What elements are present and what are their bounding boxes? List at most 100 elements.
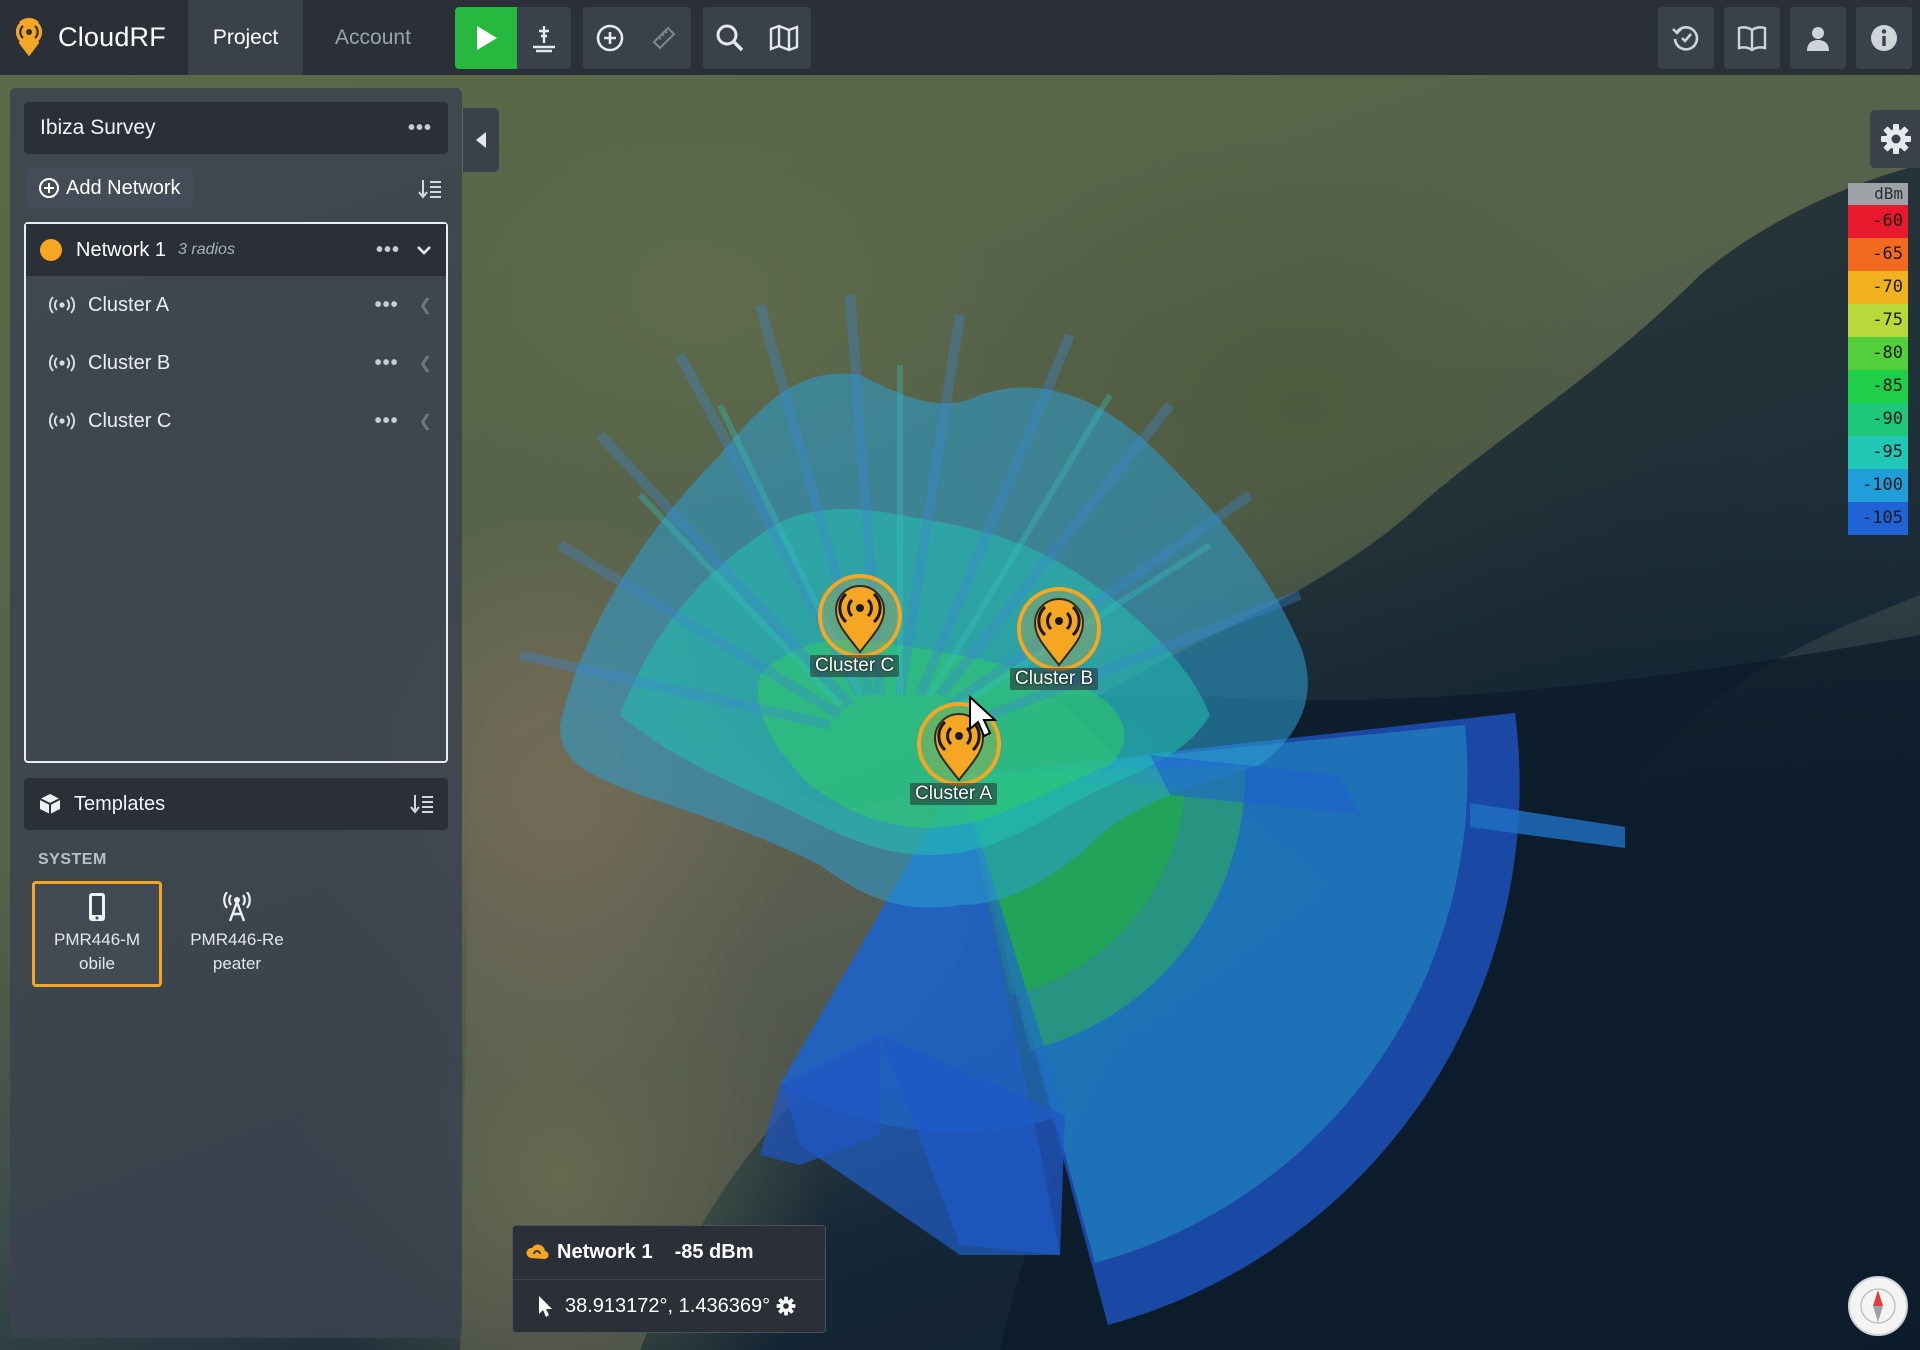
network-menu-icon[interactable]: ••• [376, 239, 400, 262]
template-label: PMR446-Mobile [54, 930, 140, 973]
sort-networks-icon[interactable] [418, 178, 442, 200]
legend-entry: -90 [1848, 403, 1908, 436]
view-group [703, 6, 811, 69]
add-icon [596, 24, 624, 51]
network-header[interactable]: Network 1 3 radios ••• [26, 224, 446, 276]
marker-cluster-c[interactable] [816, 572, 904, 660]
user-icon [1807, 26, 1829, 51]
legend-entry: -80 [1848, 337, 1908, 370]
collapse-panel-button[interactable] [463, 108, 499, 172]
template-label: PMR446-Repeater [190, 930, 284, 973]
templates-title: Templates [74, 792, 166, 815]
info-icon [1871, 24, 1897, 51]
network-radio-count: 3 radios [178, 241, 235, 258]
readout-network: Network 1 [557, 1241, 653, 1263]
network-name: Network 1 [76, 238, 167, 261]
legend-unit: dBm [1848, 183, 1908, 205]
ground-antenna-button[interactable] [517, 6, 571, 69]
ruler-icon [652, 26, 676, 49]
radio-item-cluster-a[interactable]: Cluster A ••• ❮ [26, 276, 446, 334]
chevron-down-icon[interactable] [416, 244, 432, 256]
add-network-label: Add Network [66, 176, 181, 199]
docs-button[interactable] [1724, 6, 1780, 69]
radio-item-cluster-c[interactable]: Cluster C ••• ❮ [26, 392, 446, 450]
gear-icon [1881, 124, 1911, 154]
cloud-network-icon [526, 1244, 549, 1259]
templates-section-label: SYSTEM [38, 851, 107, 868]
add-network-button[interactable]: Add Network [26, 168, 193, 208]
book-icon [1737, 25, 1767, 51]
chevron-left-icon[interactable]: ❮ [419, 295, 432, 315]
chevron-left-icon[interactable]: ❮ [419, 411, 432, 431]
marker-cluster-b[interactable] [1015, 585, 1103, 673]
add-button[interactable] [583, 6, 637, 69]
project-menu-icon[interactable]: ••• [408, 117, 432, 140]
history-icon [1672, 25, 1699, 51]
map-settings-button[interactable] [1870, 110, 1920, 168]
legend-entry: -65 [1848, 238, 1908, 271]
legend-entry: -105 [1848, 502, 1908, 535]
legend-entry: -70 [1848, 271, 1908, 304]
ground-antenna-icon [533, 25, 555, 52]
caret-left-icon [476, 132, 486, 148]
radio-menu-icon[interactable]: ••• [375, 352, 399, 375]
compass-button[interactable] [1848, 1276, 1908, 1336]
readout-header: Network 1 -85 dBm [513, 1226, 825, 1280]
map-icon [769, 24, 799, 51]
cube-icon [39, 794, 61, 814]
project-header: Ibiza Survey ••• [24, 102, 448, 154]
compass-icon [1860, 1288, 1896, 1324]
project-panel: Ibiza Survey ••• Add Network Network 1 3… [10, 88, 462, 1338]
tab-project[interactable]: Project [188, 0, 303, 75]
marker-label-cluster-b: Cluster B [1010, 668, 1099, 690]
cloudrf-logo-icon [12, 15, 46, 60]
search-icon [716, 24, 744, 51]
legend-entry: -100 [1848, 469, 1908, 502]
run-group [455, 6, 571, 69]
radio-name: Cluster B [88, 351, 171, 374]
legend-entry: -75 [1848, 304, 1908, 337]
radio-menu-icon[interactable]: ••• [375, 294, 399, 317]
ruler-button[interactable] [637, 6, 691, 69]
legend-entry: -60 [1848, 205, 1908, 238]
tab-account[interactable]: Account [303, 0, 443, 75]
antenna-icon [223, 892, 251, 922]
chevron-left-icon[interactable]: ❮ [419, 353, 432, 373]
pointer-icon [539, 1296, 552, 1317]
mouse-cursor-icon [969, 695, 998, 738]
radio-menu-icon[interactable]: ••• [375, 410, 399, 433]
sort-templates-icon[interactable] [410, 793, 434, 815]
user-button[interactable] [1790, 6, 1846, 69]
legend-entry: -85 [1848, 370, 1908, 403]
signal-readout: Network 1 -85 dBm 38.913172°, 1.436369° [512, 1225, 826, 1333]
marker-label-cluster-a: Cluster A [910, 783, 998, 805]
edit-group [583, 6, 691, 69]
radio-signal-icon [49, 296, 75, 314]
network-color-dot [40, 239, 62, 261]
signal-legend: dBm -60 -65 -70 -75 -80 -85 -90 -95 -100 -105 [1848, 183, 1908, 535]
marker-label-cluster-c: Cluster C [810, 655, 900, 677]
mobile-icon [89, 893, 105, 921]
radio-signal-icon [49, 354, 75, 372]
plus-circle-icon [39, 178, 59, 198]
radio-item-cluster-b[interactable]: Cluster B ••• ❮ [26, 334, 446, 392]
radio-name: Cluster C [88, 409, 172, 432]
project-title[interactable]: Ibiza Survey [40, 116, 408, 140]
templates-header[interactable]: Templates [24, 778, 448, 830]
brand[interactable]: CloudRF [0, 0, 188, 75]
play-icon [477, 25, 497, 50]
run-button[interactable] [455, 6, 517, 69]
app-name: CloudRF [58, 22, 166, 52]
map-layers-button[interactable] [757, 6, 811, 69]
readout-signal: -85 dBm [674, 1241, 754, 1263]
radio-name: Cluster A [88, 293, 170, 316]
gear-icon[interactable] [776, 1296, 796, 1316]
toolbar-right [1648, 0, 1920, 75]
history-button[interactable] [1658, 6, 1714, 69]
template-pmr446-mobile[interactable]: PMR446-Mobile [32, 881, 162, 987]
info-button[interactable] [1856, 6, 1912, 69]
search-button[interactable] [703, 6, 757, 69]
readout-coords-row: 38.913172°, 1.436369° [513, 1280, 825, 1332]
template-pmr446-repeater[interactable]: PMR446-Repeater [172, 881, 302, 987]
readout-coordinates[interactable]: 38.913172°, 1.436369° [565, 1295, 770, 1318]
